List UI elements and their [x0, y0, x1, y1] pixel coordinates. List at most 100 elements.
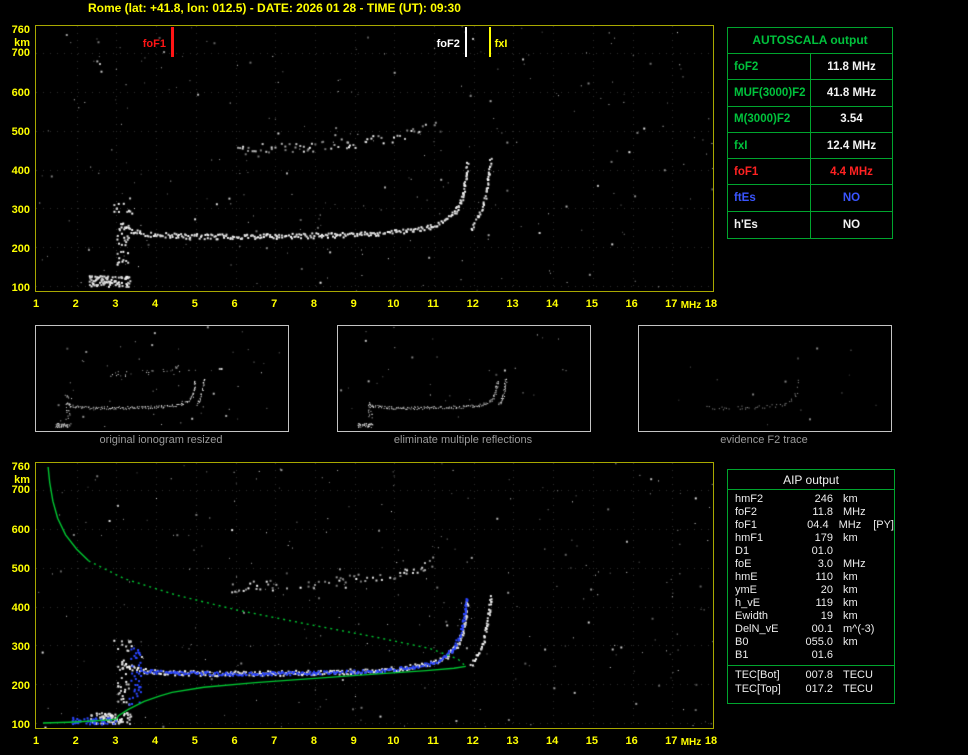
thumbnail-canvas-original — [36, 326, 286, 429]
x-tick-label: 9 — [350, 735, 357, 747]
y-tick-label: 600 — [11, 86, 30, 99]
x-tick-label: 6 — [231, 735, 238, 747]
autoscala-output-panel: AUTOSCALA output foF2 11.8 MHz MUF(3000)F2… — [727, 27, 893, 240]
aip-row-unit: TECU — [843, 683, 873, 695]
y-tick-label: 300 — [11, 203, 30, 216]
x-tick-label: 2 — [72, 735, 79, 747]
autoscala-row-label: foF1 — [728, 159, 811, 185]
x-tick-label: 16 — [625, 298, 638, 310]
aip-row-label: h_vE — [735, 597, 761, 609]
x-end-tick-label: 18 — [704, 298, 718, 310]
autoscala-row-value: 4.4 MHz — [830, 165, 873, 178]
autoscala-row: foF2 11.8 MHz — [728, 54, 892, 81]
x-tick-label: 15 — [585, 298, 598, 310]
x-tick-label: 2 — [72, 298, 79, 310]
y-axis-max-label: 760 — [11, 461, 30, 473]
autoscala-row-label: M(3000)F2 — [728, 106, 811, 132]
x-tick-label: 7 — [271, 735, 278, 747]
aip-row-label: TEC[Bot] — [735, 669, 780, 681]
aip-output-rows: hmF2 246 km foF2 11.8 MHz foF1 04.4 MHz [PY] hmF1 1… — [728, 490, 894, 696]
x-end-tick-label: 18 — [704, 735, 718, 747]
ionogram-plot-top: foF1 foF2 fxI — [35, 25, 714, 292]
x-tick-label: 14 — [546, 735, 559, 747]
aip-tec-separator: TEC[Bot] 007.8 TECU TEC[Top] 017.2 TECU — [728, 665, 894, 696]
aip-row-unit: km — [843, 597, 858, 609]
thumbnail-original — [35, 325, 289, 432]
aip-row-unit: MHz — [838, 519, 862, 531]
y-tick-label: 700 — [11, 47, 30, 60]
aip-row: h_vE 119 km — [728, 597, 894, 610]
x-tick-label: 12 — [466, 298, 479, 310]
thumbnail-cleaned — [337, 325, 591, 432]
aip-row-value: 11.8 — [812, 506, 833, 518]
x-tick-label: 9 — [350, 298, 357, 310]
aip-row-value: 20 — [820, 584, 833, 596]
autoscala-row: fxI 12.4 MHz — [728, 132, 892, 160]
thumbnail-caption: eliminate multiple reflections — [393, 434, 533, 446]
aip-row-value: 119 — [815, 597, 833, 609]
aip-row: B1 01.6 — [728, 649, 894, 662]
aip-row: foE 3.0 MHz — [728, 558, 894, 571]
aip-row: DelN_vE 00.1 m^(-3) — [728, 623, 894, 636]
aip-row-unit: km — [843, 532, 858, 544]
fxi-marker-line — [488, 27, 491, 57]
y-tick-label: 700 — [11, 484, 30, 497]
aip-row-label: D1 — [735, 545, 750, 557]
x-tick-label: 10 — [387, 735, 400, 747]
aip-output-title: AIP output — [728, 470, 894, 490]
aip-row: Ewidth 19 km — [728, 610, 894, 623]
autoscala-row-value: 12.4 MHz — [826, 139, 877, 152]
aip-row-label: foF1 — [735, 519, 758, 531]
autoscala-row-value: 3.54 — [840, 113, 863, 126]
y-tick-label: 600 — [11, 523, 30, 536]
x-tick-label: 8 — [310, 735, 317, 747]
aip-row: hmF2 246 km — [728, 493, 894, 506]
thumbnail-f2 — [638, 325, 892, 432]
thumbnail-canvas-cleaned — [338, 326, 588, 429]
aip-row-unit: km — [843, 610, 858, 622]
aip-row-unit: MHz — [843, 558, 866, 570]
x-tick-label: 4 — [152, 735, 159, 747]
aip-row-note: [PY] — [873, 519, 894, 531]
x-tick-label: 10 — [387, 298, 400, 310]
aip-row-label: hmE — [735, 571, 758, 583]
y-tick-label: 200 — [11, 242, 30, 255]
aip-row-label: hmF1 — [735, 532, 764, 544]
autoscala-output-title: AUTOSCALA output — [728, 28, 892, 54]
fof2-marker-label: foF2 — [436, 38, 460, 50]
ionogram-plot-bottom — [35, 462, 714, 729]
aip-row-label: ymE — [735, 584, 757, 596]
x-tick-label: 13 — [506, 298, 519, 310]
aip-row-label: DelN_vE — [735, 623, 779, 635]
aip-row-value: 246 — [814, 493, 833, 505]
autoscala-ionogram-screen: Rome (lat: +41.8, lon: 012.5) - DATE: 20… — [0, 0, 968, 755]
autoscala-row-label: MUF(3000)F2 — [728, 80, 811, 106]
aip-row: B0 055.0 km — [728, 636, 894, 649]
aip-row-label: hmF2 — [735, 493, 764, 505]
aip-row-value: 017.2 — [805, 683, 833, 695]
thumbnail-caption: evidence F2 trace — [720, 434, 808, 446]
x-tick-label: 6 — [231, 298, 238, 310]
x-tick-label: 5 — [191, 298, 198, 310]
aip-row-value: 055.0 — [805, 636, 833, 648]
aip-row-label: foF2 — [735, 506, 758, 518]
aip-row: D1 01.0 — [728, 545, 894, 558]
y-tick-label: 500 — [11, 125, 30, 138]
aip-row-value: 179 — [814, 532, 833, 544]
autoscala-row-value: 41.8 MHz — [826, 86, 877, 99]
x-tick-label: 3 — [112, 298, 119, 310]
aip-tec-row: TEC[Top] 017.2 TECU — [728, 682, 894, 696]
aip-row-value: 00.1 — [811, 623, 833, 635]
aip-row-value: 19 — [820, 610, 833, 622]
x-tick-label: 12 — [466, 735, 479, 747]
autoscala-row: M(3000)F2 3.54 — [728, 106, 892, 133]
fof1-marker-label: foF1 — [142, 38, 166, 50]
aip-row-label: B0 — [735, 636, 749, 648]
aip-tec-row: TEC[Bot] 007.8 TECU — [728, 668, 894, 682]
x-tick-label: 7 — [271, 298, 278, 310]
x-tick-label: 14 — [546, 298, 559, 310]
y-tick-label: 100 — [11, 282, 30, 294]
autoscala-row-value: NO — [842, 192, 861, 205]
x-tick-label: 1 — [32, 298, 40, 310]
aip-row-unit: TECU — [843, 669, 873, 681]
